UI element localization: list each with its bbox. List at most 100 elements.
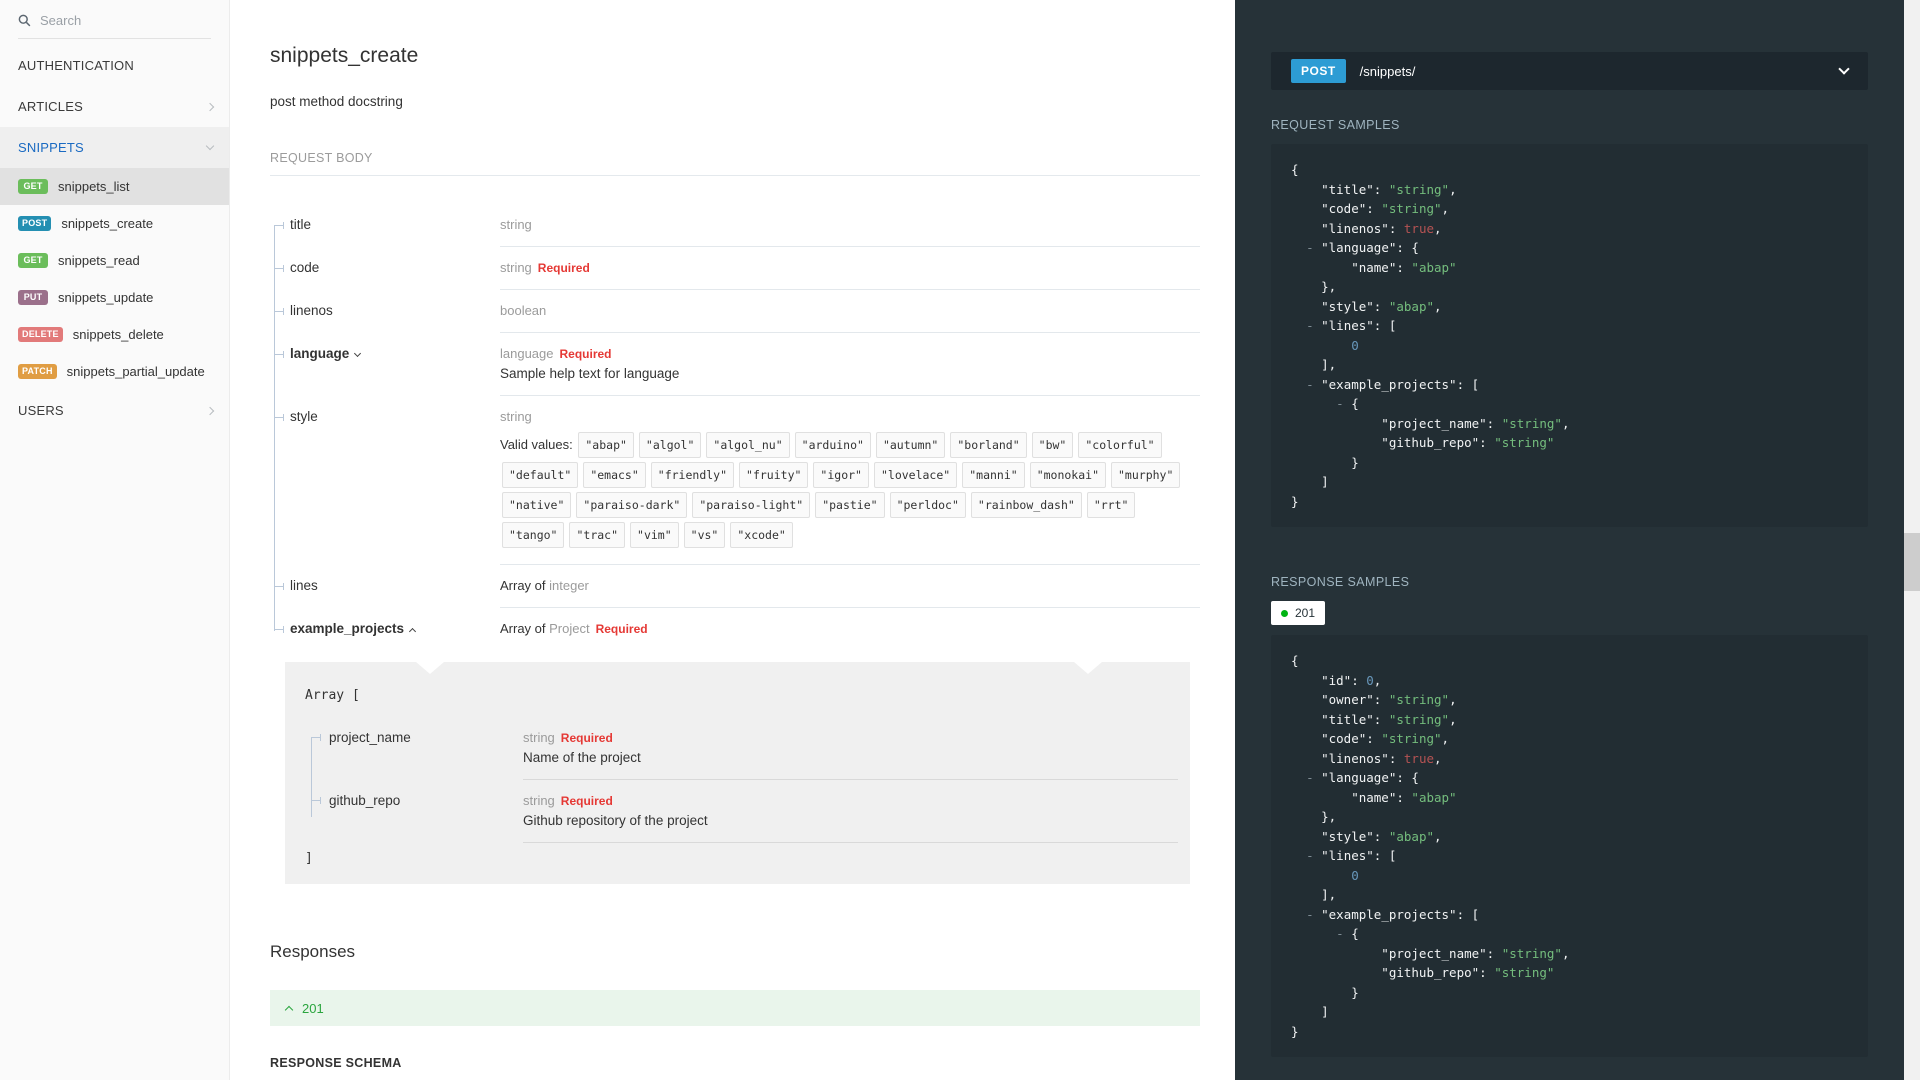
- array-close-bracket: ]: [305, 851, 313, 866]
- enum-value-chip: "xcode": [730, 522, 793, 548]
- enum-value-chip: "friendly": [650, 462, 735, 488]
- field-name: lines: [290, 578, 318, 593]
- enum-value-chip: "paraiso-light": [692, 492, 811, 518]
- sidebar-item-articles[interactable]: ARTICLES: [0, 86, 229, 127]
- scrollbar-thumb[interactable]: [1904, 533, 1920, 591]
- chevron-down-icon: [1838, 63, 1850, 75]
- endpoint-label: snippets_update: [58, 290, 154, 305]
- field-row-github-repo: github_repo string Required Github reposi…: [311, 780, 1178, 843]
- sidebar-endpoint-item[interactable]: DELETE snippets_delete: [0, 316, 229, 353]
- field-name: github_repo: [329, 793, 401, 808]
- enum-value-chip: "manni": [962, 462, 1025, 488]
- http-method-badge: DELETE: [18, 327, 63, 342]
- field-name: style: [290, 409, 318, 424]
- panel-notch: [1074, 662, 1102, 674]
- sidebar-group-label: USERS: [18, 403, 64, 418]
- request-samples-label: REQUEST SAMPLES: [1271, 118, 1400, 132]
- field-type: integer: [549, 578, 589, 593]
- chevron-right-icon: [205, 102, 215, 111]
- field-type: boolean: [500, 303, 547, 318]
- required-badge: Required: [595, 622, 648, 636]
- field-row-project-name: project_name string Required Name of the …: [311, 717, 1178, 780]
- field-type-prefix: Array of: [500, 621, 550, 636]
- response-schema-label: RESPONSE SCHEMA: [270, 1056, 402, 1070]
- samples-panel: POST /snippets/ REQUEST SAMPLES { "title…: [1235, 0, 1904, 1080]
- enum-valid-values: Valid values: "abap" "algol" "algol_nu" "ar…: [500, 430, 1200, 550]
- field-type: string: [500, 260, 532, 275]
- response-sample-tab-201[interactable]: 201: [1271, 601, 1326, 625]
- chevron-down-icon: [205, 141, 215, 151]
- endpoint-label: snippets_list: [58, 179, 130, 194]
- enum-value-chip: "trac": [569, 522, 626, 548]
- search-box[interactable]: [18, 13, 211, 39]
- sidebar-endpoint-item[interactable]: GET snippets_read: [0, 242, 229, 279]
- enum-value-chip: "arduino": [794, 432, 871, 458]
- field-type-prefix: Array of: [500, 578, 550, 593]
- sidebar-endpoint-item[interactable]: PUT snippets_update: [0, 279, 229, 316]
- request-sample-code: { "title": "string", "code": "string", "…: [1271, 144, 1868, 527]
- array-open-bracket: Array [: [305, 688, 360, 703]
- operation-endpoint-dropdown[interactable]: POST /snippets/: [1271, 52, 1868, 90]
- request-body-fields: title string code string Required linenos…: [274, 204, 1200, 650]
- panel-notch: [416, 662, 444, 674]
- enum-value-chip: "borland": [950, 432, 1027, 458]
- sidebar-item-authentication[interactable]: AUTHENTICATION: [0, 45, 229, 86]
- response-201-toggle[interactable]: 201: [270, 990, 1200, 1026]
- http-method-badge: POST: [18, 216, 52, 231]
- enum-value-chip: "default": [502, 462, 579, 488]
- enum-value-chip: "lovelace": [873, 462, 958, 488]
- sidebar-item-users[interactable]: USERS: [0, 390, 229, 431]
- response-sample-code: { "id": 0, "owner": "string", "title": "…: [1271, 635, 1868, 1057]
- enum-value-chip: "bw": [1031, 432, 1074, 458]
- enum-value-chip: "pastie": [815, 492, 885, 518]
- endpoint-label: snippets_read: [58, 253, 140, 268]
- enum-value-chip: "autumn": [875, 432, 946, 458]
- sidebar-endpoint-item[interactable]: POST snippets_create: [0, 205, 229, 242]
- sidebar-endpoint-item[interactable]: GET snippets_list: [0, 168, 229, 205]
- chevron-up-icon: [409, 627, 417, 636]
- operation-description: post method docstring: [270, 94, 403, 109]
- chevron-up-icon: [284, 1005, 294, 1015]
- sidebar: AUTHENTICATION ARTICLES SNIPPETS GET sni…: [0, 0, 230, 1080]
- sidebar-endpoint-item[interactable]: PATCH snippets_partial_update: [0, 353, 229, 390]
- search-icon: [18, 14, 31, 27]
- enum-value-chip: "native": [502, 492, 572, 518]
- enum-value-chip: "emacs": [583, 462, 646, 488]
- http-method-badge: GET: [18, 179, 48, 194]
- endpoint-label: snippets_partial_update: [66, 364, 205, 379]
- field-type: string: [523, 730, 555, 745]
- page-title: snippets_create: [270, 44, 419, 67]
- responses-heading: Responses: [270, 942, 356, 961]
- sidebar-group-label: AUTHENTICATION: [18, 58, 134, 73]
- field-row-example-projects: example_projects Array of Project Require…: [274, 608, 1200, 650]
- enum-value-chip: "igor": [813, 462, 869, 488]
- nested-object-panel: Array [ project_name string Required Name…: [285, 662, 1190, 884]
- sidebar-item-snippets[interactable]: SNIPPETS: [0, 127, 229, 168]
- request-body-label: REQUEST BODY: [270, 151, 1200, 176]
- sidebar-group-label: ARTICLES: [18, 99, 83, 114]
- enum-value-chip: "rrt": [1086, 492, 1136, 518]
- response-samples-label: RESPONSE SAMPLES: [1271, 575, 1410, 589]
- required-badge: Required: [560, 794, 613, 808]
- field-name-expandable[interactable]: example_projects: [274, 608, 500, 650]
- enum-value-chip: "fruity": [739, 462, 809, 488]
- enum-value-chip: "vim": [630, 522, 679, 548]
- status-dot-icon: [1281, 609, 1288, 617]
- field-type: language: [500, 346, 554, 361]
- nested-fields: project_name string Required Name of the …: [311, 717, 1178, 843]
- response-tab-code: 201: [1295, 606, 1316, 620]
- response-status-code: 201: [302, 1000, 324, 1016]
- field-name: title: [290, 217, 312, 232]
- http-method-badge: POST: [1291, 59, 1346, 83]
- field-row-title: title string: [274, 204, 1200, 247]
- field-description: Name of the project: [523, 750, 641, 765]
- field-name-expandable[interactable]: language: [274, 333, 500, 396]
- field-row-linenos: linenos boolean: [274, 290, 1200, 333]
- chevron-right-icon: [205, 406, 215, 415]
- endpoint-path: /snippets/: [1359, 63, 1416, 79]
- enum-value-chip: "algol": [638, 432, 702, 458]
- field-row-code: code string Required: [274, 247, 1200, 290]
- field-row-style: style string Valid values: "abap" "algol"…: [274, 396, 1200, 565]
- search-input[interactable]: [40, 13, 170, 28]
- http-method-badge: PATCH: [18, 364, 57, 379]
